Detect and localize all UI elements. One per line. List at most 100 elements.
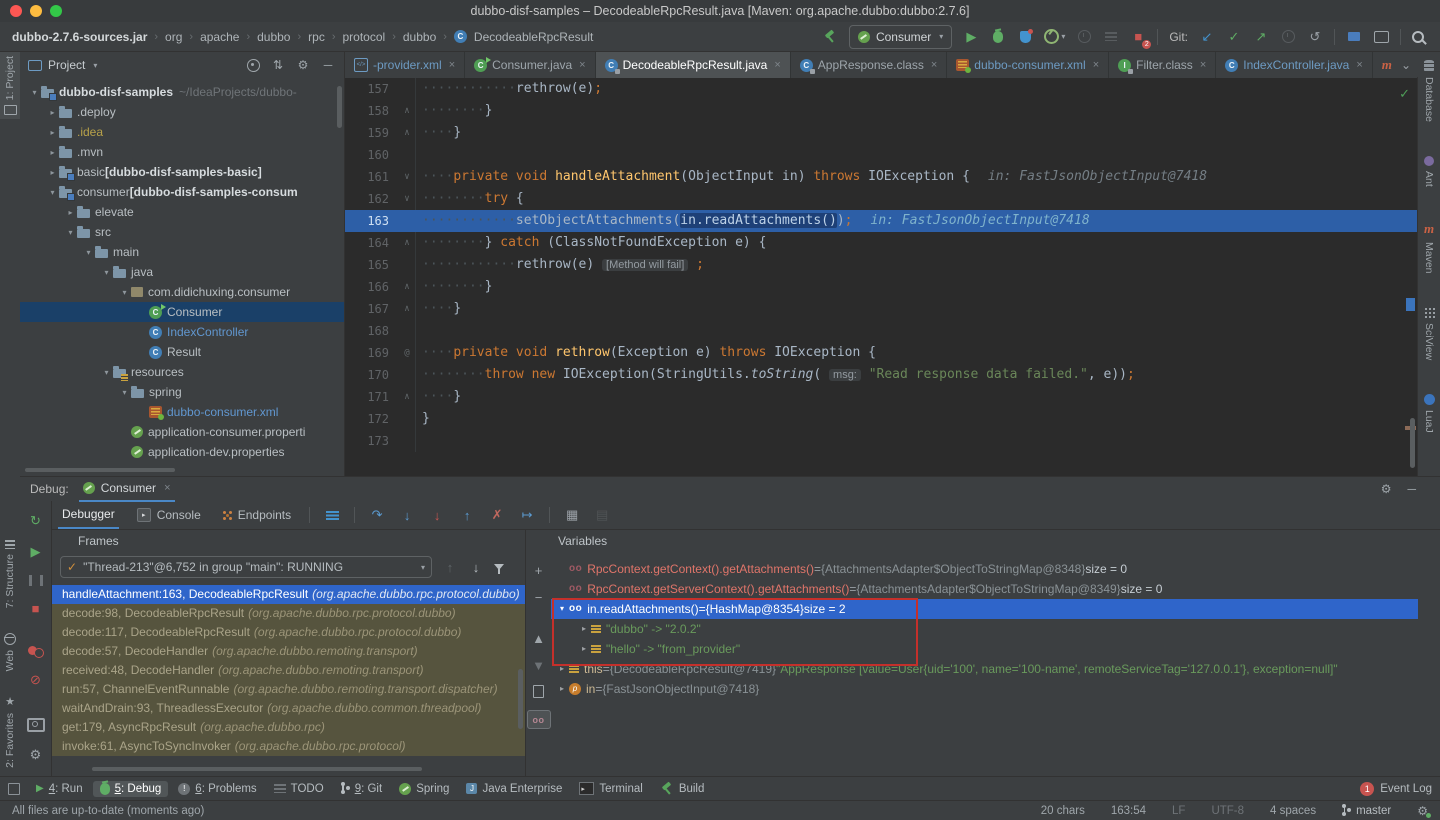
tool-window-button-java-enterprise[interactable]: JJava Enterprise: [459, 781, 569, 797]
chevron-down-icon[interactable]: ▾: [46, 188, 59, 197]
duplicate-watch-button[interactable]: [531, 685, 547, 698]
code-line-165[interactable]: 165············rethrow(e) [Method will f…: [345, 254, 1418, 276]
pause-program-button[interactable]: [28, 575, 44, 586]
code-line-159[interactable]: 159∧····}: [345, 122, 1418, 144]
move-watch-up-button[interactable]: ▲: [531, 631, 547, 646]
run-button[interactable]: ▶: [963, 28, 979, 46]
breadcrumb-item[interactable]: apache: [200, 30, 239, 44]
expand-collapse-button[interactable]: ⇅: [270, 56, 286, 74]
run-config-select[interactable]: Consumer▾: [849, 25, 952, 49]
close-icon[interactable]: ×: [1093, 59, 1099, 71]
code-line-167[interactable]: 167∧····}: [345, 298, 1418, 320]
variable-row[interactable]: ▸pin = {FastJsonObjectInput@7418}: [551, 679, 1440, 699]
force-step-into-button[interactable]: ↓: [429, 508, 445, 523]
project-options-button[interactable]: ⚙: [295, 56, 311, 74]
debug-panel-settings-icon[interactable]: ⚙: [1381, 482, 1392, 496]
chevron-right-icon[interactable]: ▸: [46, 108, 59, 117]
variable-row[interactable]: ▸"dubbo" -> "2.0.2": [551, 619, 1440, 639]
code-line-157[interactable]: 157············rethrow(e);: [345, 78, 1418, 100]
tree-item-application-dev-properties[interactable]: application-dev.properties: [20, 442, 344, 462]
stop-button[interactable]: ■2: [1130, 28, 1146, 46]
project-panel-title[interactable]: Project: [48, 58, 85, 72]
chevron-right-icon[interactable]: ▸: [46, 128, 59, 137]
hide-frames-filter-icon[interactable]: [494, 564, 504, 570]
chevron-down-icon[interactable]: ▾: [118, 288, 131, 297]
git-commit-button[interactable]: ✓: [1226, 28, 1242, 46]
tool-window-button-4-run[interactable]: ▶4: Run: [29, 781, 90, 797]
status-item-163-54[interactable]: 163:54: [1111, 805, 1146, 817]
resume-program-button[interactable]: ▶: [28, 544, 44, 560]
close-icon[interactable]: ×: [579, 59, 585, 71]
tool-strip-button-ant[interactable]: Ant: [1423, 152, 1435, 191]
tree-item--mvn[interactable]: ▸.mvn: [20, 142, 344, 162]
chevron-down-icon[interactable]: ▾: [64, 228, 77, 237]
code-line-168[interactable]: 168: [345, 320, 1418, 342]
chevron-down-icon[interactable]: ▾: [28, 88, 41, 97]
evaluate-expression-button[interactable]: ▦: [564, 507, 580, 523]
tool-strip-button-web[interactable]: Web: [4, 629, 16, 675]
chevron-right-icon[interactable]: ▸: [46, 148, 59, 157]
editor-tab[interactable]: CConsumer.java×: [465, 52, 595, 78]
locate-file-button[interactable]: [245, 56, 261, 74]
hide-debug-panel-icon[interactable]: ─: [1407, 482, 1416, 496]
tool-window-button-terminal[interactable]: ▸Terminal: [572, 780, 649, 797]
debug-settings-button[interactable]: ⚙: [28, 747, 44, 763]
chevron-down-icon[interactable]: ▾: [93, 61, 97, 70]
coverage-button[interactable]: [1017, 28, 1033, 46]
chevron-down-icon[interactable]: ▾: [100, 368, 113, 377]
tree-item-main[interactable]: ▾main: [20, 242, 344, 262]
close-icon[interactable]: ×: [1356, 59, 1362, 71]
tree-item-com-didichuxing-consumer[interactable]: ▾com.didichuxing.consumer: [20, 282, 344, 302]
frame-row[interactable]: received:48, DecodeHandler(org.apache.du…: [52, 661, 525, 680]
code-line-170[interactable]: 170········throw new IOException(StringU…: [345, 364, 1418, 386]
tool-window-button-5-debug[interactable]: 5: Debug: [93, 781, 169, 797]
breadcrumb-item[interactable]: rpc: [308, 30, 325, 44]
debug-session-tab[interactable]: Consumer ×: [79, 476, 175, 502]
code-line-173[interactable]: 173: [345, 430, 1418, 452]
tool-strip-button-luaj[interactable]: LuaJ: [1423, 390, 1435, 437]
add-watch-button[interactable]: +: [531, 563, 547, 578]
editor-tab[interactable]: dubbo-consumer.xml×: [947, 52, 1109, 78]
breadcrumb-item[interactable]: dubbo-2.7.6-sources.jar: [12, 30, 147, 44]
tree-item-application-consumer-properti[interactable]: application-consumer.properti: [20, 422, 344, 442]
tree-item-src[interactable]: ▾src: [20, 222, 344, 242]
thread-dump-button[interactable]: [27, 718, 45, 732]
tab-endpoints[interactable]: Endpoints: [219, 502, 295, 528]
status-item-lf[interactable]: LF: [1172, 805, 1185, 817]
frame-row[interactable]: handleAttachment:163, DecodeableRpcResul…: [52, 585, 525, 604]
tab-console[interactable]: ▸Console: [133, 502, 205, 528]
breadcrumb-item[interactable]: protocol: [343, 30, 386, 44]
tool-window-switcher-icon[interactable]: [8, 783, 20, 795]
chevron-right-icon[interactable]: ▸: [555, 679, 569, 699]
status-item-utf-8[interactable]: UTF-8: [1211, 805, 1244, 817]
status-item-20-chars[interactable]: 20 chars: [1041, 805, 1085, 817]
zoom-window-button[interactable]: [50, 5, 62, 17]
tabs-overflow-chevron-icon[interactable]: ⌄: [1394, 52, 1418, 77]
frame-row[interactable]: run:57, ChannelEventRunnable(org.apache.…: [52, 680, 525, 699]
build-hammer-button[interactable]: [822, 28, 838, 46]
code-line-163[interactable]: 163············setObjectAttachments(in.r…: [345, 210, 1418, 232]
tool-window-button-6-problems[interactable]: !6: Problems: [171, 781, 263, 797]
git-rollback-button[interactable]: ↺: [1307, 28, 1323, 46]
code-line-164[interactable]: 164∧········} catch (ClassNotFoundExcept…: [345, 232, 1418, 254]
tool-strip-button-database[interactable]: Database: [1423, 56, 1435, 126]
editor-tab[interactable]: CAppResponse.class×: [791, 52, 948, 78]
editor-tab[interactable]: CDecodeableRpcResult.java×: [596, 52, 791, 78]
git-branch-widget[interactable]: master: [1342, 804, 1391, 817]
event-log-button[interactable]: 1 Event Log: [1360, 782, 1432, 796]
tool-strip-button-maven[interactable]: mMaven: [1423, 217, 1435, 278]
close-icon[interactable]: ×: [931, 59, 937, 71]
chevron-right-icon[interactable]: ▸: [555, 659, 569, 679]
code-line-160[interactable]: 160: [345, 144, 1418, 166]
chevron-down-icon[interactable]: ▾: [100, 268, 113, 277]
code-line-166[interactable]: 166∧········}: [345, 276, 1418, 298]
breadcrumb-item[interactable]: org: [165, 30, 182, 44]
profiler-button[interactable]: ▾: [1044, 28, 1065, 46]
code-line-169[interactable]: 169@····private void rethrow(Exception e…: [345, 342, 1418, 364]
tree-item-resources[interactable]: ▾resources: [20, 362, 344, 382]
mute-breakpoints-button[interactable]: ⊘: [28, 672, 44, 688]
close-icon[interactable]: ×: [164, 482, 170, 494]
step-into-button[interactable]: ↓: [399, 508, 415, 523]
frames-hscrollbar[interactable]: [92, 767, 422, 771]
chevron-down-icon[interactable]: ▾: [82, 248, 95, 257]
